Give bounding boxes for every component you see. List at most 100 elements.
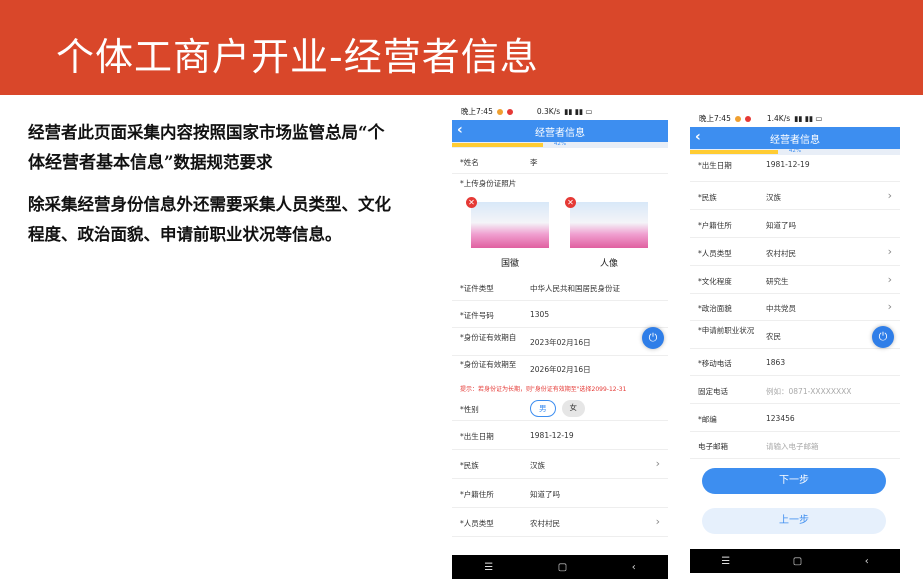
household-row[interactable]: *户籍住所 知道了吗: [690, 210, 900, 238]
name-value[interactable]: 李: [530, 157, 538, 168]
person-type-label: *人员类型: [460, 519, 494, 528]
id-front-photo[interactable]: ✕: [466, 197, 549, 248]
description: 经营者此页面采集内容按照国家市场监管总局“个体经营者基本信息”数据规范要求 除采…: [28, 118, 398, 262]
back-nav-icon[interactable]: ‹: [632, 562, 636, 573]
app-bar: ‹ 经营者信息: [452, 120, 668, 142]
birth-row[interactable]: *出生日期 1981-12-19: [452, 421, 668, 450]
phone-screenshot-1: 晚上7:45 0.3K/s ▮▮ ▮▮ ▭ ‹ 经营者信息 42% *姓名 李 …: [452, 103, 668, 579]
para1-part-a: 经营者此页面采集内容按照国家市场监管总局“: [28, 123, 368, 142]
valid-from-label: *身份证有效期自: [460, 333, 517, 342]
chevron-right-icon[interactable]: ›: [888, 273, 892, 286]
power-icon[interactable]: ⏻: [872, 326, 894, 348]
cert-no-value[interactable]: 1305: [530, 310, 549, 319]
home-icon[interactable]: ▢: [793, 556, 802, 567]
description-paragraph-2: 除采集经营身份信息外还需要采集人员类型、文化程度、政治面貌、申请前职业状况等信息…: [28, 195, 391, 244]
education-label: *文化程度: [698, 277, 732, 286]
email-label: 电子邮箱: [698, 442, 728, 451]
valid-to-row[interactable]: *身份证有效期至 2026年02月16日: [452, 356, 668, 382]
mobile-row[interactable]: *移动电话 1863: [690, 349, 900, 376]
valid-to-label: *身份证有效期至: [460, 360, 517, 369]
postcode-value[interactable]: 123456: [766, 414, 795, 423]
landline-row[interactable]: 固定电话 例如：0871-XXXXXXXX: [690, 376, 900, 404]
ethnic-row[interactable]: *民族 汉族 ›: [452, 450, 668, 479]
para1-part-c: ”数据规范要求: [164, 153, 273, 172]
name-row[interactable]: *姓名 李: [452, 148, 668, 174]
system-nav-bar: ☰ ▢ ‹: [452, 555, 668, 579]
previous-button[interactable]: 上一步: [702, 508, 886, 534]
birth-label: *出生日期: [698, 161, 732, 170]
gender-female-option[interactable]: 女: [561, 400, 585, 417]
education-value: 研究生: [766, 277, 789, 286]
id-photos: ✕ ✕ 国徽 人像: [452, 196, 668, 274]
phone-screenshot-2: 晚上7:45 1.4K/s ▮▮ ▮▮ ▭ ‹ 经营者信息 42% *出生日期 …: [690, 110, 900, 573]
next-button[interactable]: 下一步: [702, 468, 886, 494]
birth-value[interactable]: 1981-12-19: [530, 431, 574, 440]
mobile-label: *移动电话: [698, 359, 732, 368]
delete-icon[interactable]: ✕: [466, 197, 477, 208]
status-speed: 1.4K/s: [766, 114, 791, 123]
household-value[interactable]: 知道了吗: [530, 489, 560, 500]
notification-icon: [506, 108, 513, 115]
education-row[interactable]: *文化程度 研究生 ›: [690, 266, 900, 294]
occupation-row[interactable]: *申请前职业状况 农民 ›: [690, 321, 900, 349]
ethnic-label: *民族: [698, 193, 717, 202]
signal-icon: ▮▮ ▮▮ ▭: [564, 107, 593, 116]
person-type-row[interactable]: *人员类型 农村村民 ›: [690, 238, 900, 266]
app-bar: ‹ 经营者信息: [690, 127, 900, 149]
birth-value[interactable]: 1981-12-19: [766, 160, 810, 169]
cert-no-row[interactable]: *证件号码 1305: [452, 301, 668, 328]
id-back-caption: 人像: [600, 259, 619, 269]
household-row[interactable]: *户籍住所 知道了吗: [452, 479, 668, 508]
landline-input[interactable]: 例如：0871-XXXXXXXX: [766, 386, 851, 397]
back-nav-icon[interactable]: ‹: [865, 556, 869, 567]
status-speed: 0.3K/s: [536, 107, 561, 116]
description-paragraph-1: 经营者此页面采集内容按照国家市场监管总局“个体经营者基本信息”数据规范要求: [28, 118, 398, 178]
ethnic-value: 汉族: [530, 461, 545, 470]
occupation-label: *申请前职业状况: [698, 326, 755, 335]
person-type-value: 农村村民: [530, 519, 560, 528]
home-icon[interactable]: ▢: [558, 562, 567, 573]
chevron-right-icon[interactable]: ›: [888, 300, 892, 313]
politics-value: 中共党员: [766, 304, 796, 313]
chevron-right-icon[interactable]: ›: [656, 457, 660, 470]
cert-no-label: *证件号码: [460, 311, 494, 320]
ethnic-row[interactable]: *民族 汉族 ›: [690, 182, 900, 210]
mobile-value[interactable]: 1863: [766, 358, 785, 367]
slide: 个体工商户开业-经营者信息 经营者此页面采集内容按照国家市场监管总局“个体经营者…: [0, 0, 923, 583]
valid-from-value[interactable]: 2023年02月16日: [530, 337, 591, 348]
chevron-right-icon[interactable]: ›: [888, 245, 892, 258]
ethnic-label: *民族: [460, 461, 479, 470]
email-row[interactable]: 电子邮箱 请输入电子邮箱: [690, 432, 900, 459]
signal-icon: ▮▮ ▮▮ ▭: [794, 114, 823, 123]
valid-to-value[interactable]: 2026年02月16日: [530, 364, 591, 375]
postcode-row[interactable]: *邮编 123456: [690, 404, 900, 432]
chevron-right-icon[interactable]: ›: [656, 515, 660, 528]
person-type-label: *人员类型: [698, 249, 732, 258]
progress-percent: 42%: [788, 148, 802, 154]
politics-row[interactable]: *政治面貌 中共党员 ›: [690, 294, 900, 321]
menu-icon[interactable]: ☰: [721, 556, 730, 567]
valid-from-row[interactable]: *身份证有效期自 2023年02月16日: [452, 328, 668, 356]
person-type-row[interactable]: *人员类型 农村村民 ›: [452, 508, 668, 537]
id-back-photo[interactable]: ✕: [565, 197, 648, 248]
delete-icon[interactable]: ✕: [565, 197, 576, 208]
menu-icon[interactable]: ☰: [484, 562, 493, 573]
page-title: 个体工商户开业-经营者信息: [56, 35, 539, 79]
notification-icon: [496, 108, 503, 115]
cert-type-value[interactable]: 中华人民共和国居民身份证: [530, 283, 620, 294]
birth-row[interactable]: *出生日期 1981-12-19: [690, 155, 900, 182]
ethnic-value: 汉族: [766, 193, 781, 202]
birth-label: *出生日期: [460, 432, 494, 441]
status-time: 晚上7:45: [699, 114, 731, 123]
email-input[interactable]: 请输入电子邮箱: [766, 441, 819, 452]
status-bar: 晚上7:45 1.4K/s ▮▮ ▮▮ ▭: [690, 110, 900, 127]
cert-type-row[interactable]: *证件类型 中华人民共和国居民身份证: [452, 274, 668, 301]
household-value[interactable]: 知道了吗: [766, 220, 796, 231]
gender-male-option[interactable]: 男: [530, 400, 556, 417]
notification-icon: [744, 115, 751, 122]
upload-label: *上传身份证照片: [460, 179, 517, 188]
notification-icon: [734, 115, 741, 122]
power-icon[interactable]: ⏻: [642, 327, 664, 349]
app-title: 经营者信息: [770, 135, 820, 146]
chevron-right-icon[interactable]: ›: [888, 189, 892, 202]
